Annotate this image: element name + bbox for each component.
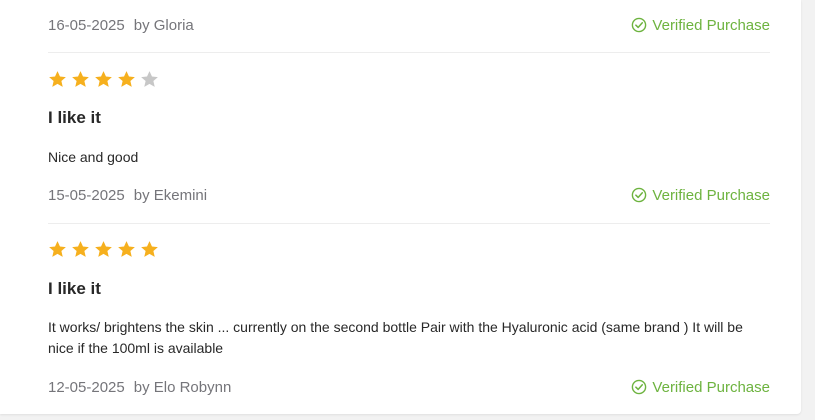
star-filled-icon <box>118 241 135 257</box>
verified-label: Verified Purchase <box>652 378 770 396</box>
check-circle-icon <box>631 187 647 203</box>
verified-badge: Verified Purchase <box>631 17 770 34</box>
verified-badge: Verified Purchase <box>631 379 770 396</box>
review-date: 12-05-2025 <box>48 378 125 396</box>
review-body: Nice and good <box>48 149 139 165</box>
review-author: by Ekemini <box>133 186 208 204</box>
star-filled-icon <box>95 71 112 87</box>
star-filled-icon <box>49 241 66 257</box>
star-filled-icon <box>49 71 66 87</box>
star-filled-icon <box>72 71 89 87</box>
verified-label: Verified Purchase <box>652 186 770 204</box>
star-filled-icon <box>95 241 112 257</box>
review-meta: 16-05-2025 by Gloria Verified Purchase <box>48 14 770 36</box>
divider <box>48 52 770 53</box>
review-date: 15-05-2025 <box>48 186 125 204</box>
verified-badge: Verified Purchase <box>631 187 770 204</box>
review-meta: 12-05-2025 by Elo Robynn Verified Purcha… <box>48 376 770 398</box>
star-filled-icon <box>118 71 135 87</box>
star-filled-icon <box>141 241 158 257</box>
divider <box>48 223 770 224</box>
star-empty-icon <box>141 71 158 87</box>
review-title: I like it <box>48 108 101 127</box>
reviews-card: 16-05-2025 by Gloria Verified Purchase I… <box>0 0 801 414</box>
check-circle-icon <box>631 379 647 395</box>
review-title: I like it <box>48 279 101 298</box>
star-filled-icon <box>72 241 89 257</box>
review-body: It works/ brightens the skin ... current… <box>48 319 743 356</box>
review-author: by Elo Robynn <box>133 378 232 396</box>
rating-stars <box>48 240 159 259</box>
rating-stars <box>48 70 159 89</box>
verified-label: Verified Purchase <box>652 16 770 34</box>
review-meta: 15-05-2025 by Ekemini Verified Purchase <box>48 184 770 206</box>
review-date: 16-05-2025 <box>48 16 125 34</box>
review-author: by Gloria <box>133 16 194 34</box>
check-circle-icon <box>631 17 647 33</box>
